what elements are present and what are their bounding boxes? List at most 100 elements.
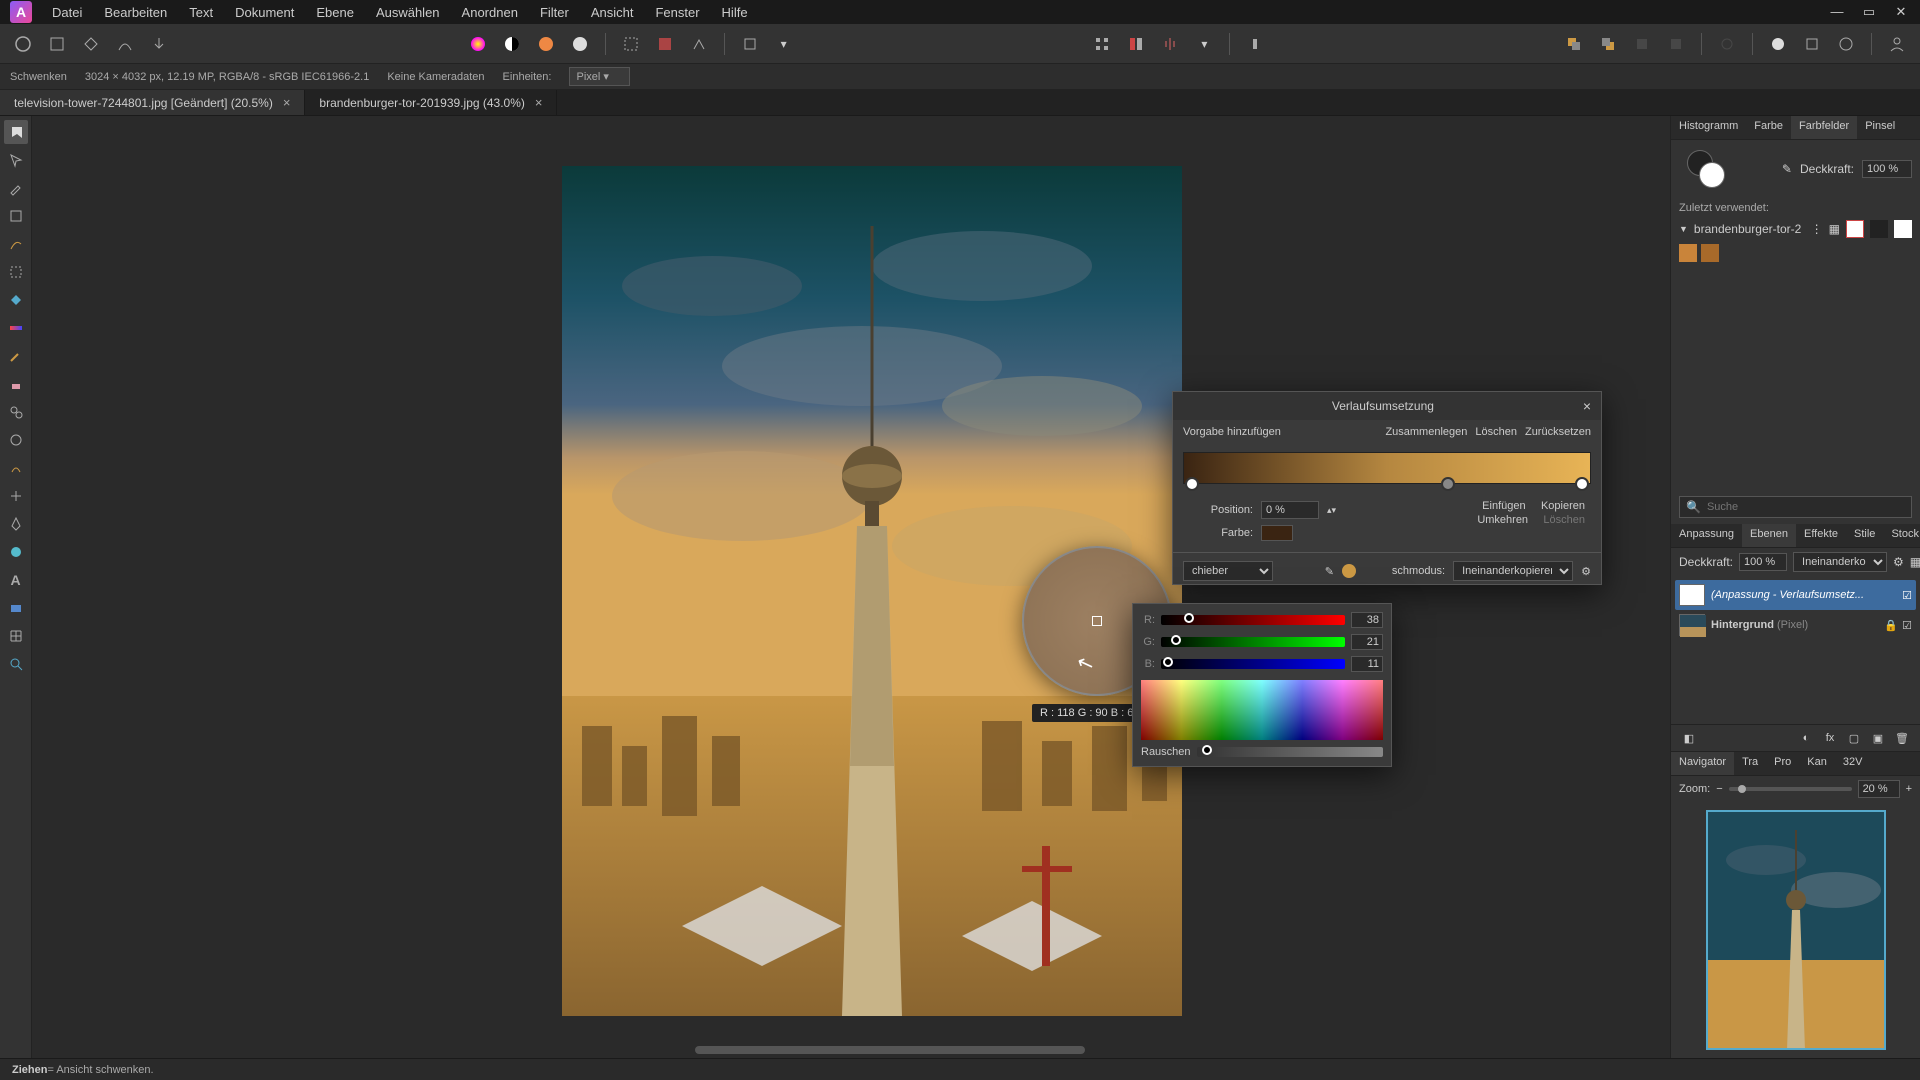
b-value[interactable] (1351, 656, 1383, 672)
erase-brush-icon[interactable] (4, 372, 28, 396)
maximize-button[interactable]: ▭ (1854, 1, 1884, 23)
delete-link[interactable]: Löschen (1475, 426, 1517, 438)
add-mask-icon[interactable]: ▢ (1844, 729, 1864, 747)
grid-icon[interactable]: ▦ (1829, 222, 1840, 236)
mask-layer-icon[interactable]: ◧ (1679, 729, 1699, 747)
add-layer-icon[interactable]: ▣ (1868, 729, 1888, 747)
blend-mode-select[interactable]: Ineinanderkopieren (1453, 561, 1573, 581)
picker-mode-select[interactable]: chieber (1183, 561, 1273, 581)
minimize-button[interactable]: — (1822, 1, 1852, 23)
document-tab-2[interactable]: brandenburger-tor-201939.jpg (43.0%) × (305, 90, 557, 115)
color-picker-tool-icon[interactable] (4, 176, 28, 200)
options-icon[interactable]: ⋮ (1811, 222, 1823, 236)
assistant-icon[interactable] (1765, 31, 1791, 57)
layer-background[interactable]: Hintergrund (Pixel) 🔒☑ (1675, 610, 1916, 640)
layer-opacity-input[interactable] (1739, 553, 1787, 571)
marquee-tool-icon[interactable] (4, 260, 28, 284)
tab-effekte[interactable]: Effekte (1796, 524, 1846, 547)
paint-mixer-icon[interactable] (4, 540, 28, 564)
swatch-2[interactable] (1870, 220, 1888, 238)
noise-slider[interactable] (1197, 747, 1383, 757)
tab-stile[interactable]: Stile (1846, 524, 1883, 547)
g-value[interactable] (1351, 634, 1383, 650)
tab-channels[interactable]: Kan (1799, 752, 1835, 775)
position-input[interactable] (1261, 501, 1319, 519)
menu-filter[interactable]: Filter (530, 2, 579, 23)
menu-hilfe[interactable]: Hilfe (712, 2, 758, 23)
menu-text[interactable]: Text (179, 2, 223, 23)
close-tab-icon[interactable]: × (283, 95, 291, 110)
gradient-bar[interactable] (1183, 452, 1591, 484)
close-tab-icon[interactable]: × (535, 95, 543, 110)
swatch-1[interactable] (1846, 220, 1864, 238)
crop-tool-icon[interactable] (737, 31, 763, 57)
foreground-background-color[interactable] (1687, 150, 1725, 188)
menu-anordnen[interactable]: Anordnen (452, 2, 528, 23)
b-slider[interactable] (1161, 659, 1345, 669)
bw-adjust-icon[interactable] (499, 31, 525, 57)
layer-blend-select[interactable]: Ineinanderko (1793, 552, 1887, 572)
search-input[interactable] (1707, 501, 1905, 513)
menu-dokument[interactable]: Dokument (225, 2, 304, 23)
delete-stop-button[interactable]: Löschen (1537, 512, 1591, 528)
crop-tool-icon[interactable] (4, 204, 28, 228)
refine-selection-icon[interactable] (686, 31, 712, 57)
tab-navigator[interactable]: Navigator (1671, 752, 1734, 775)
color-swatch[interactable] (1261, 525, 1293, 541)
merge-link[interactable]: Zusammenlegen (1385, 426, 1467, 438)
split-view-icon[interactable] (1123, 31, 1149, 57)
recent-swatch-1[interactable] (1679, 244, 1697, 262)
snapping-icon[interactable] (1714, 31, 1740, 57)
visibility-checkbox[interactable]: ☑ (1902, 619, 1912, 632)
flood-fill-icon[interactable] (4, 288, 28, 312)
tab-farbe[interactable]: Farbe (1746, 116, 1791, 139)
tab-farbfelder[interactable]: Farbfelder (1791, 116, 1857, 139)
paint-brush-icon[interactable] (4, 344, 28, 368)
g-slider[interactable] (1161, 637, 1345, 647)
pen-tool-icon[interactable] (4, 512, 28, 536)
zoom-input[interactable] (1858, 780, 1900, 798)
horizontal-scrollbar[interactable] (72, 1044, 1630, 1056)
gear-icon[interactable]: ⚙ (1581, 565, 1591, 578)
menu-auswaehlen[interactable]: Auswählen (366, 2, 450, 23)
move-tool-icon[interactable] (4, 148, 28, 172)
menu-ebene[interactable]: Ebene (306, 2, 364, 23)
zoom-tool-icon[interactable] (4, 652, 28, 676)
units-dropdown[interactable]: Pixel ▾ (569, 67, 629, 86)
rectangle-tool-icon[interactable] (4, 596, 28, 620)
swatch-3[interactable] (1894, 220, 1912, 238)
navigator-preview[interactable] (1671, 802, 1920, 1058)
layer-menu-icon[interactable]: ▦ (1910, 555, 1920, 569)
menu-ansicht[interactable]: Ansicht (581, 2, 644, 23)
text-tool-icon[interactable]: A (4, 568, 28, 592)
tone-map-persona-icon[interactable] (112, 31, 138, 57)
dodge-brush-icon[interactable] (4, 428, 28, 452)
preferences-icon[interactable] (1799, 31, 1825, 57)
add-preset-link[interactable]: Vorgabe hinzufügen (1183, 426, 1281, 438)
menu-datei[interactable]: Datei (42, 2, 92, 23)
gradient-tool-icon[interactable] (4, 316, 28, 340)
color-circle-icon[interactable] (1342, 564, 1356, 578)
color-wheel-icon[interactable] (465, 31, 491, 57)
zoom-in-icon[interactable]: + (1906, 783, 1912, 795)
liquify-persona-icon[interactable] (44, 31, 70, 57)
delete-layer-icon[interactable]: 🗑 (1892, 729, 1912, 747)
tab-transform[interactable]: Tra (1734, 752, 1766, 775)
mesh-warp-icon[interactable] (4, 624, 28, 648)
chevron-down-icon[interactable]: ▼ (1679, 224, 1688, 234)
mirror-view-icon[interactable] (1157, 31, 1183, 57)
levels-adjust-icon[interactable] (567, 31, 593, 57)
develop-persona-icon[interactable] (78, 31, 104, 57)
menu-bearbeiten[interactable]: Bearbeiten (94, 2, 177, 23)
eyedropper-icon[interactable]: ✎ (1325, 565, 1334, 578)
reset-link[interactable]: Zurücksetzen (1525, 426, 1591, 438)
photo-persona-icon[interactable] (10, 31, 36, 57)
zoom-out-icon[interactable]: − (1716, 783, 1722, 795)
smudge-brush-icon[interactable] (4, 456, 28, 480)
hsl-adjust-icon[interactable] (533, 31, 559, 57)
gear-icon[interactable]: ⚙ (1893, 555, 1904, 569)
r-value[interactable] (1351, 612, 1383, 628)
tab-anpassung[interactable]: Anpassung (1671, 524, 1742, 547)
quick-mask-icon[interactable] (652, 31, 678, 57)
opacity-input[interactable] (1862, 160, 1912, 178)
